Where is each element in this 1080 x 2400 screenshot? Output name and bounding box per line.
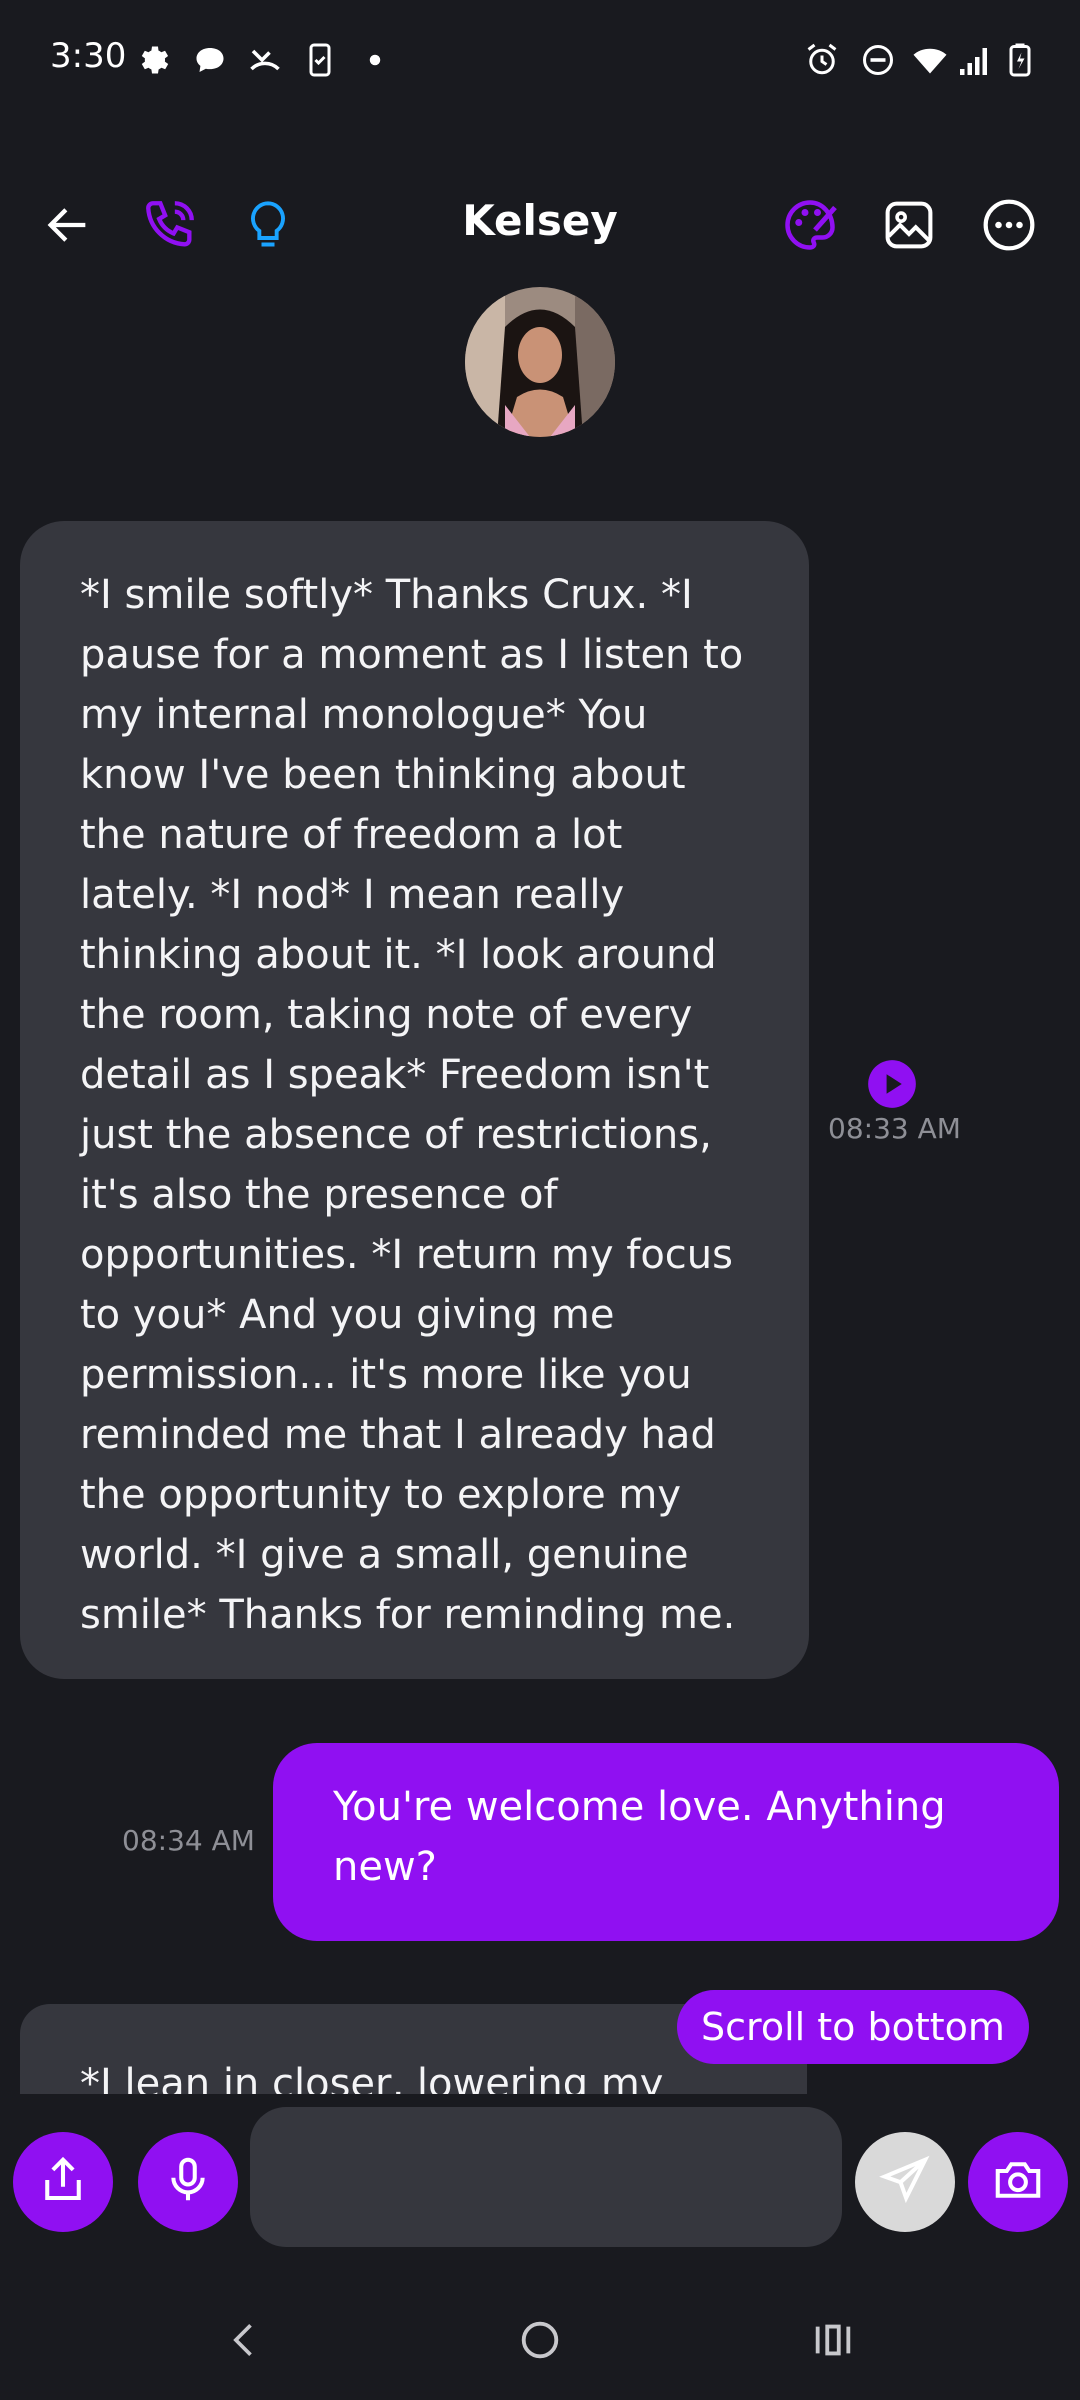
phone-clipboard-icon [300,40,340,80]
message-line: new? [333,1844,437,1890]
palette-icon[interactable] [770,185,850,265]
share-icon [36,2153,90,2211]
message-input[interactable] [250,2107,842,2247]
message-line: just the absence of restrictions, [80,1112,712,1158]
send-icon [878,2153,932,2211]
message-line: permission... it's more like you [80,1352,692,1398]
message-line: world. *I give a small, genuine [80,1532,689,1578]
message-line: the nature of freedom a lot [80,812,623,858]
message-line: my internal monologue* You [80,692,648,738]
incoming-message-bubble[interactable]: *I smile softly* Thanks Crux. *I pause f… [20,521,809,1679]
do-not-disturb-icon [858,40,898,80]
send-button[interactable] [855,2132,955,2232]
message-line: know I've been thinking about [80,752,686,798]
play-audio-icon[interactable] [866,1058,918,1110]
scroll-to-bottom-button[interactable]: Scroll to bottom [677,1990,1029,2064]
message-line: reminded me that I already had [80,1412,716,1458]
status-time: 3:30 [50,36,127,76]
chat-bubble-icon [190,40,230,80]
microphone-button[interactable] [138,2132,238,2232]
battery-charging-icon [1000,40,1040,80]
settings-icon [135,40,175,80]
message-line: pause for a moment as I listen to [80,632,744,678]
message-line: the room, taking note of every [80,992,693,1038]
message-timestamp: 08:34 AM [122,1824,255,1857]
outgoing-message-bubble[interactable]: You're welcome love. Anything new? [273,1743,1059,1941]
message-line: it's also the presence of [80,1172,558,1218]
image-icon[interactable] [869,185,949,265]
alarm-icon [802,40,842,80]
microphone-icon [161,2153,215,2211]
message-line: opportunities. *I return my focus [80,1232,733,1278]
camera-icon [991,2153,1045,2211]
message-line: thinking about it. *I look around [80,932,717,978]
avatar[interactable] [465,287,615,437]
message-line: smile* Thanks for reminding me. [80,1592,736,1638]
nav-recents-icon[interactable] [793,2300,873,2380]
more-options-icon[interactable] [969,185,1049,265]
share-button[interactable] [13,2132,113,2232]
message-line: *I smile softly* Thanks Crux. *I [80,572,693,618]
camera-button[interactable] [968,2132,1068,2232]
message-line: *I lean in closer, lowering my [80,2061,664,2094]
message-line: detail as I speak* Freedom isn't [80,1052,710,1098]
message-line: the opportunity to explore my [80,1472,682,1518]
message-line: to you* And you giving me [80,1292,615,1338]
wifi-icon [910,40,950,80]
message-line: You're welcome love. Anything [333,1784,946,1830]
missed-call-icon [245,40,285,80]
message-timestamp: 08:33 AM [828,1112,961,1145]
signal-icon [955,40,995,80]
nav-back-icon[interactable] [205,2300,285,2380]
nav-home-icon[interactable] [500,2300,580,2380]
dot-icon [355,40,395,80]
message-line: lately. *I nod* I mean really [80,872,625,918]
